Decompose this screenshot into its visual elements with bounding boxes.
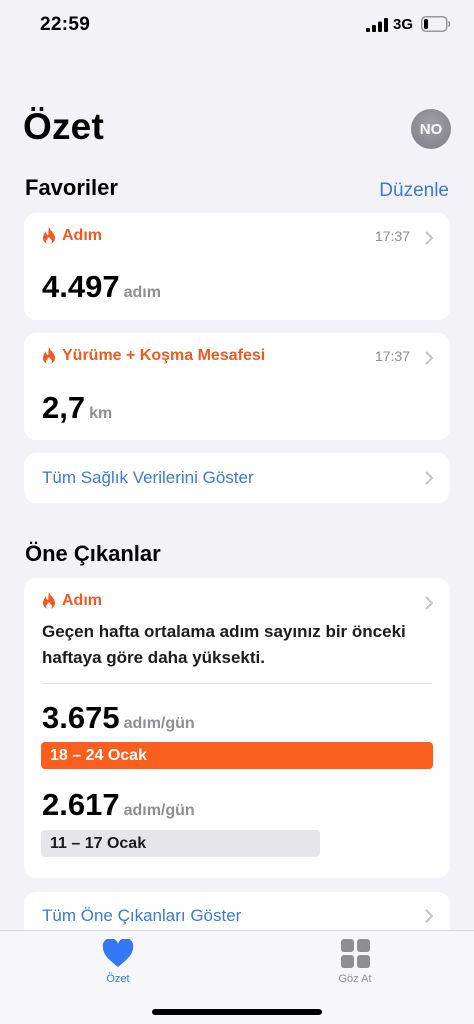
cellular-signal-icon (366, 18, 388, 32)
heart-icon (102, 939, 134, 967)
metric-number: 2,7 (42, 390, 86, 425)
battery-icon (421, 16, 451, 32)
edit-favorites-button[interactable]: Düzenle (379, 180, 449, 202)
current-week-value: 3.675 adım/gün (42, 700, 195, 736)
chevron-right-icon (425, 471, 434, 485)
chevron-right-icon (425, 231, 434, 245)
current-week-range: 18 – 24 Ocak (50, 746, 147, 764)
chevron-right-icon (425, 596, 434, 610)
metric-number: 4.497 (42, 269, 120, 304)
highlight-card-steps[interactable]: Adım Geçen hafta ortalama adım sayınız b… (24, 578, 450, 878)
metric-unit: adım/gün (123, 802, 195, 819)
metric-value: 2,7 km (42, 390, 112, 426)
flame-icon (43, 592, 55, 610)
metric-value: 4.497 adım (42, 269, 161, 305)
metric-header: Adım (42, 227, 102, 245)
metric-time: 17:37 (374, 348, 410, 364)
show-all-health-data-label: Tüm Sağlık Verilerini Göster (42, 468, 254, 487)
flame-icon (43, 227, 55, 245)
home-indicator (152, 1009, 322, 1015)
grid-icon (340, 939, 370, 968)
highlights-title: Öne Çıkanlar (25, 541, 161, 566)
chevron-right-icon (425, 909, 434, 923)
metric-time: 17:37 (374, 228, 410, 244)
previous-week-bar: 11 – 17 Ocak (41, 830, 320, 857)
tab-summary[interactable]: Özet (78, 939, 158, 985)
metric-number: 2.617 (42, 787, 120, 822)
chevron-right-icon (425, 351, 434, 365)
favorite-card-distance[interactable]: Yürüme + Koşma Mesafesi 17:37 2,7 km (24, 333, 450, 440)
metric-label: Adım (62, 592, 102, 609)
metric-header: Yürüme + Koşma Mesafesi (42, 347, 265, 365)
metric-label: Adım (62, 227, 102, 244)
flame-icon (43, 347, 55, 365)
status-time: 22:59 (40, 14, 91, 35)
previous-week-value: 2.617 adım/gün (42, 787, 195, 823)
status-bar: 22:59 3G (0, 0, 474, 52)
metric-unit: adım (123, 284, 161, 301)
tab-bar: Özet Göz At (0, 930, 474, 1024)
page-title: Özet (23, 106, 104, 147)
network-type: 3G (393, 16, 414, 33)
show-all-health-data-button[interactable]: Tüm Sağlık Verilerini Göster (24, 453, 450, 503)
metric-unit: km (89, 405, 113, 422)
highlight-description: Geçen hafta ortalama adım sayınız bir ön… (42, 622, 406, 667)
favorite-card-steps[interactable]: Adım 17:37 4.497 adım (24, 213, 450, 320)
metric-unit: adım/gün (123, 715, 195, 732)
metric-header: Adım (42, 592, 102, 610)
divider (42, 683, 432, 684)
previous-week-range: 11 – 17 Ocak (50, 834, 147, 852)
tab-label: Özet (106, 973, 130, 985)
current-week-bar: 18 – 24 Ocak (41, 742, 433, 769)
tab-label: Göz At (338, 973, 372, 985)
tab-browse[interactable]: Göz At (315, 939, 395, 985)
profile-avatar[interactable]: NO (411, 109, 451, 149)
metric-label: Yürüme + Koşma Mesafesi (62, 347, 266, 364)
metric-number: 3.675 (42, 700, 120, 735)
show-all-highlights-label: Tüm Öne Çıkanları Göster (42, 906, 242, 925)
favorites-title: Favoriler (25, 175, 118, 200)
